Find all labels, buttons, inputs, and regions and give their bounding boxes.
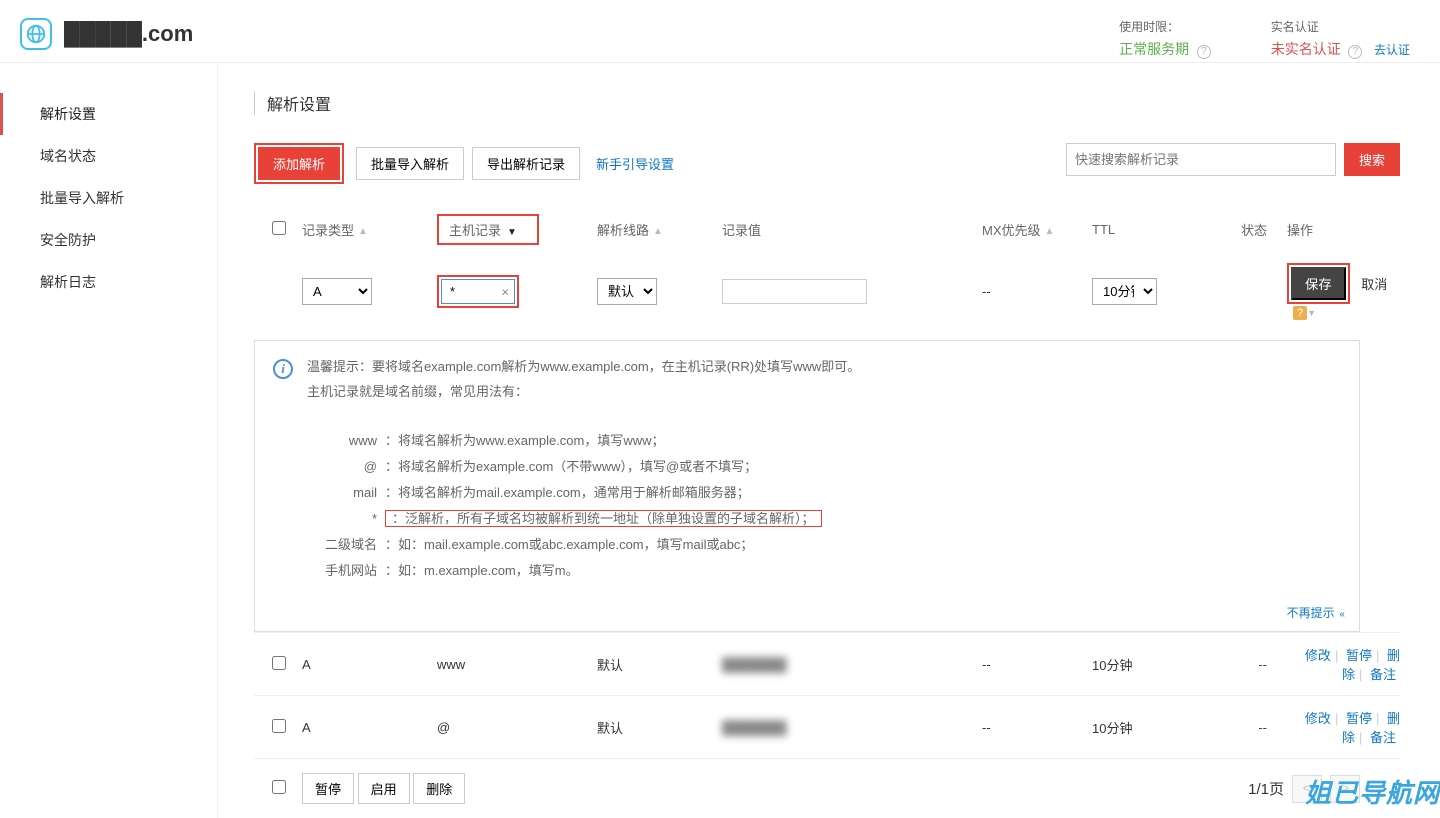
tip-row-label: mail xyxy=(315,480,385,506)
sort-icon: ▲ xyxy=(358,226,368,237)
cell-host: www xyxy=(437,657,597,672)
highlight-box: 保存 xyxy=(1287,263,1350,304)
sort-icon: ▲ xyxy=(1045,226,1055,237)
col-header-ops: 操作 xyxy=(1287,223,1313,238)
table-row: A www 默认 ███████ -- 10分钟 -- 修改| 暂停| 删除| … xyxy=(254,632,1400,695)
cell-status: -- xyxy=(1232,720,1267,735)
sidebar: 解析设置 域名状态 批量导入解析 安全防护 解析日志 xyxy=(0,63,218,818)
row-pause-link[interactable]: 暂停 xyxy=(1346,711,1372,726)
sidebar-item-dns-settings[interactable]: 解析设置 xyxy=(0,93,217,135)
tip-row-text: ：如：m.example.com，填写m。 xyxy=(385,558,1341,584)
cell-host: @ xyxy=(437,720,597,735)
select-all-footer-checkbox[interactable] xyxy=(272,780,286,794)
cell-value: ███████ xyxy=(722,720,786,735)
row-checkbox[interactable] xyxy=(272,656,286,670)
help-icon[interactable]: ? xyxy=(1197,45,1211,59)
page-indicator: 1/1页 xyxy=(1248,778,1284,799)
row-modify-link[interactable]: 修改 xyxy=(1305,711,1331,726)
domain-title: █████.com xyxy=(64,21,193,47)
mx-value: -- xyxy=(982,284,991,299)
col-header-mx[interactable]: MX优先级▲ xyxy=(982,220,1092,239)
bulk-pause-button[interactable]: 暂停 xyxy=(302,773,354,804)
cell-type: A xyxy=(302,720,437,735)
col-header-ttl: TTL xyxy=(1092,222,1115,237)
batch-import-button[interactable]: 批量导入解析 xyxy=(356,147,464,180)
cell-mx: -- xyxy=(982,657,1092,672)
row-remark-link[interactable]: 备注 xyxy=(1370,730,1396,745)
cell-status: -- xyxy=(1232,657,1267,672)
sidebar-item-domain-status[interactable]: 域名状态 xyxy=(0,135,217,177)
row-pause-link[interactable]: 暂停 xyxy=(1346,648,1372,663)
cell-ttl: 10分钟 xyxy=(1092,718,1232,737)
go-auth-link[interactable]: 去认证 xyxy=(1374,43,1410,57)
cell-ttl: 10分钟 xyxy=(1092,655,1232,674)
sidebar-item-batch-import[interactable]: 批量导入解析 xyxy=(0,177,217,219)
sidebar-item-security[interactable]: 安全防护 xyxy=(0,219,217,261)
usage-label: 使用时限： xyxy=(1119,18,1211,35)
tip-box: i 温馨提示：要将域名example.com解析为www.example.com… xyxy=(254,340,1360,632)
table-row: A @ 默认 ███████ -- 10分钟 -- 修改| 暂停| 删除| 备注 xyxy=(254,695,1400,758)
col-header-type[interactable]: 记录类型▲ xyxy=(302,220,437,239)
cell-type: A xyxy=(302,657,437,672)
new-guide-link[interactable]: 新手引导设置 xyxy=(596,154,674,173)
usage-status: 正常服务期 xyxy=(1119,41,1189,57)
cell-mx: -- xyxy=(982,720,1092,735)
auth-status: 未实名认证 xyxy=(1271,41,1341,57)
tip-row-label: www xyxy=(315,428,385,454)
tip-row-label: * xyxy=(315,506,385,532)
tip-line2: 主机记录就是域名前缀，常见用法有： xyxy=(307,380,860,405)
export-button[interactable]: 导出解析记录 xyxy=(472,147,580,180)
page-next-button[interactable]: > xyxy=(1330,775,1360,803)
auth-label: 实名认证 xyxy=(1271,18,1410,35)
cell-line: 默认 xyxy=(597,718,722,737)
row-remark-link[interactable]: 备注 xyxy=(1370,667,1396,682)
help-badge[interactable]: ? xyxy=(1293,306,1307,320)
site-logo xyxy=(20,18,52,50)
search-button[interactable]: 搜索 xyxy=(1344,143,1400,176)
cell-line: 默认 xyxy=(597,655,722,674)
row-checkbox[interactable] xyxy=(272,719,286,733)
tip-row-label: 手机网站 xyxy=(315,558,385,584)
caret-down-icon: ▼ xyxy=(1307,308,1316,318)
page-title: 解析设置 xyxy=(254,91,1440,115)
clear-icon[interactable]: × xyxy=(501,284,509,299)
tip-label: 温馨提示： xyxy=(307,359,372,374)
col-header-status: 状态 xyxy=(1241,223,1267,238)
save-button[interactable]: 保存 xyxy=(1291,267,1346,300)
sort-icon: ▲ xyxy=(653,226,663,237)
select-all-checkbox[interactable] xyxy=(272,221,286,235)
chevron-up-icon: « xyxy=(1337,609,1345,620)
page-prev-button[interactable]: < xyxy=(1292,775,1322,803)
bulk-enable-button[interactable]: 启用 xyxy=(358,773,410,804)
ttl-select[interactable]: 10分钟 xyxy=(1092,278,1157,305)
info-icon: i xyxy=(273,359,293,379)
cell-value: ███████ xyxy=(722,657,786,672)
tip-row-text: ：将域名解析为mail.example.com，通常用于解析邮箱服务器； xyxy=(385,480,1341,506)
col-header-line[interactable]: 解析线路▲ xyxy=(597,220,722,239)
line-select[interactable]: 默认 xyxy=(597,278,657,305)
globe-icon xyxy=(25,23,47,45)
tip-row-label: @ xyxy=(315,454,385,480)
col-header-host[interactable]: 主机记录▼ xyxy=(437,214,539,245)
tip-row-text: ：将域名解析为example.com（不带www），填写@或者不填写； xyxy=(385,454,1341,480)
tip-row-label: 二级域名 xyxy=(315,532,385,558)
record-type-select[interactable]: A xyxy=(302,278,372,305)
no-prompt-link[interactable]: 不再提示 « xyxy=(1287,606,1345,620)
row-modify-link[interactable]: 修改 xyxy=(1305,648,1331,663)
highlight-box: 添加解析 xyxy=(254,143,344,184)
highlight-box: × xyxy=(437,275,519,308)
sidebar-item-logs[interactable]: 解析日志 xyxy=(0,261,217,303)
tip-row-text: ：如：mail.example.com或abc.example.com，填写ma… xyxy=(385,532,1341,558)
bulk-delete-button[interactable]: 删除 xyxy=(413,773,465,804)
tip-line1: 要将域名example.com解析为www.example.com，在主机记录(… xyxy=(372,359,860,374)
caret-down-icon: ▼ xyxy=(507,227,517,238)
add-record-button[interactable]: 添加解析 xyxy=(258,147,340,180)
cancel-link[interactable]: 取消 xyxy=(1361,277,1387,292)
col-header-value: 记录值 xyxy=(722,223,761,238)
tip-row-text: ：泛解析，所有子域名均被解析到统一地址（除单独设置的子域名解析）； xyxy=(385,510,822,527)
record-value-input[interactable] xyxy=(722,279,867,304)
tip-row-text: ：将域名解析为www.example.com，填写www； xyxy=(385,428,1341,454)
search-input[interactable] xyxy=(1066,143,1336,176)
help-icon[interactable]: ? xyxy=(1348,45,1362,59)
